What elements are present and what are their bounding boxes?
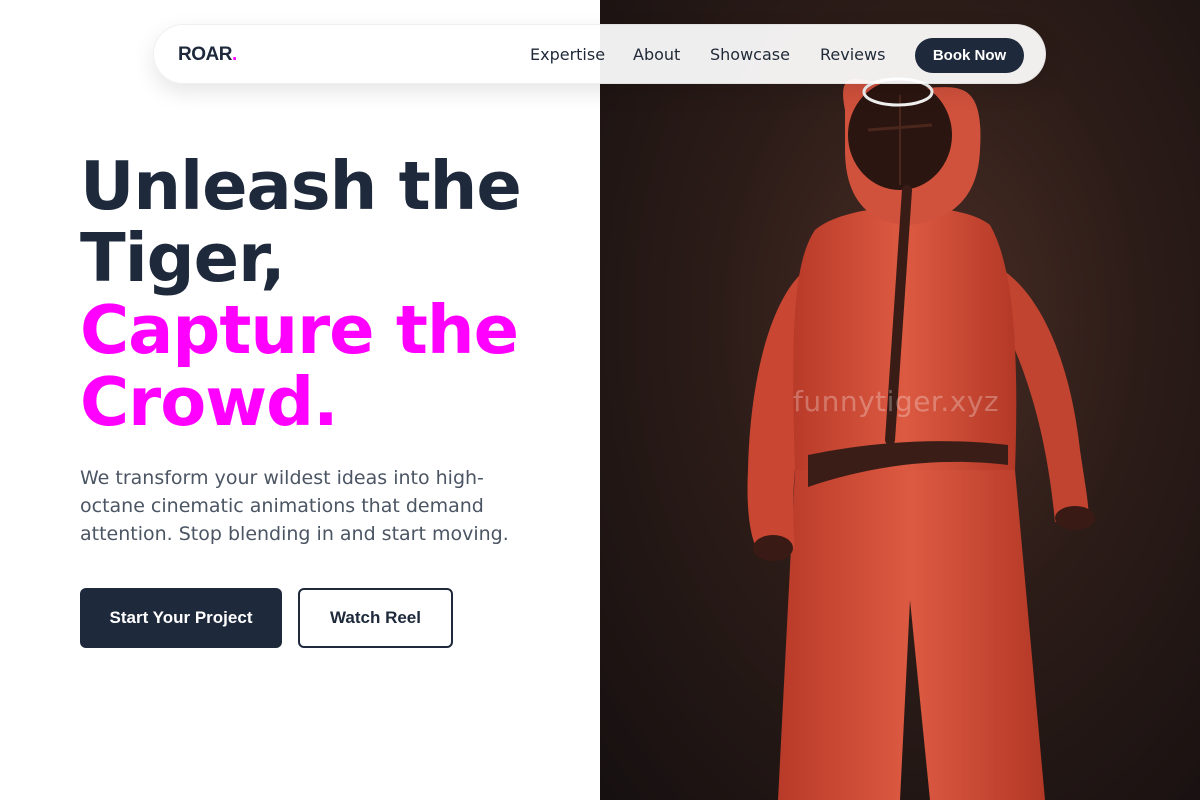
brand-dot: . <box>231 44 237 65</box>
headline-line-3: Capture the <box>80 291 519 369</box>
headline-line-1: Unleash the <box>80 147 522 225</box>
watch-reel-button[interactable]: Watch Reel <box>298 588 453 648</box>
hero-description: We transform your wildest ideas into hig… <box>80 467 509 545</box>
start-project-button[interactable]: Start Your Project <box>80 588 282 648</box>
nav-link-showcase[interactable]: Showcase <box>710 45 790 64</box>
hero-headline: Unleash the Tiger, Capture the Crowd. <box>80 147 522 441</box>
brand-name: ROAR <box>178 44 232 65</box>
nav-link-reviews[interactable]: Reviews <box>820 45 885 64</box>
headline-line-4: Crowd. <box>80 363 339 441</box>
hero-image: funnytiger.xyz <box>600 0 1200 800</box>
image-watermark: funnytiger.xyz <box>793 385 1000 418</box>
nav-link-expertise[interactable]: Expertise <box>530 45 605 64</box>
top-navbar: ROAR. Expertise About Showcase Reviews B… <box>153 24 1046 84</box>
book-now-button[interactable]: Book Now <box>915 38 1024 73</box>
nav-link-about[interactable]: About <box>633 45 680 64</box>
headline-line-2: Tiger, <box>80 219 286 297</box>
brand-logo[interactable]: ROAR. <box>178 44 237 66</box>
